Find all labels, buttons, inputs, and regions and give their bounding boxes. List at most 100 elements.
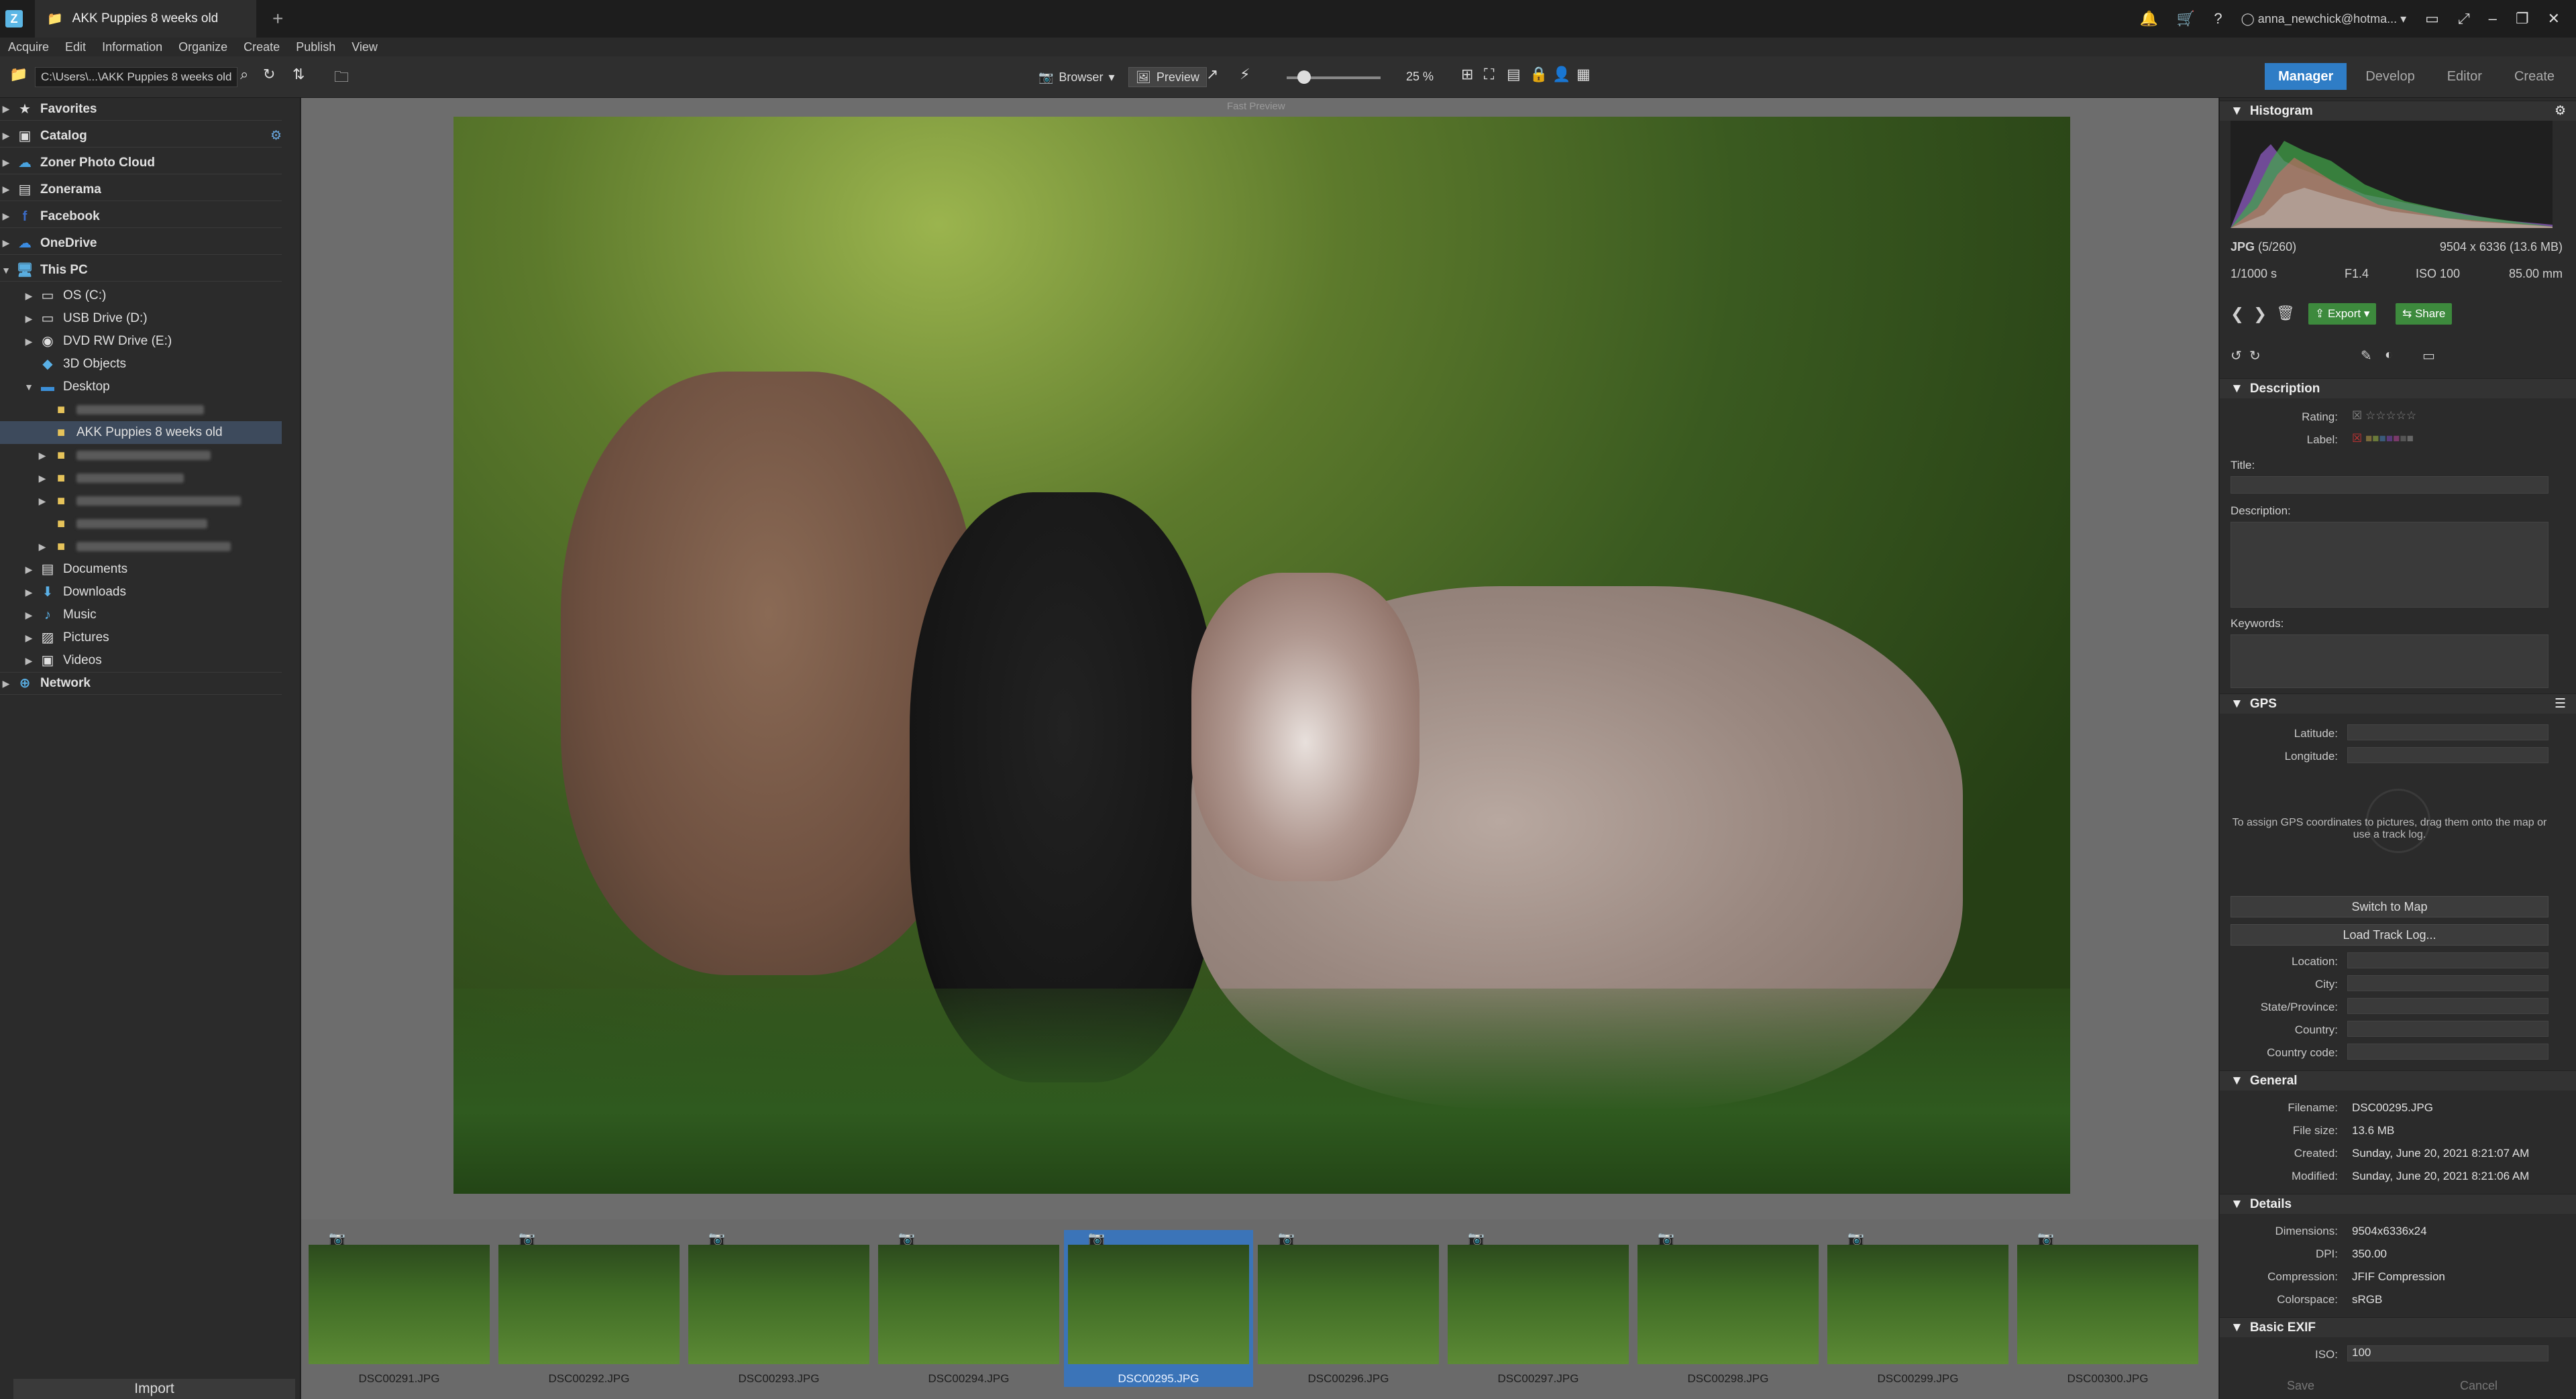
nav-folder-blurred[interactable]: ■ — [0, 398, 282, 421]
collapse-arrow-icon[interactable]: ▼ — [2231, 697, 2243, 712]
fit-icon[interactable]: ⛶ — [1484, 66, 1494, 83]
tab-create[interactable]: Create — [2501, 63, 2568, 90]
country-input[interactable] — [2347, 1021, 2548, 1037]
menu-organize[interactable]: Organize — [178, 40, 227, 54]
menu-create[interactable]: Create — [244, 40, 280, 54]
import-button[interactable]: Import — [13, 1379, 295, 1399]
gps-header[interactable]: ▼ GPS ☰ — [2220, 693, 2576, 714]
notification-bell-icon[interactable]: 🔔 — [2140, 10, 2158, 27]
new-folder-icon[interactable]: 🗀 — [334, 66, 349, 91]
new-tab-button[interactable]: + — [272, 8, 283, 30]
expand-arrow-icon[interactable]: ▶ — [0, 184, 12, 195]
country-code-input[interactable] — [2347, 1044, 2548, 1060]
chevron-down-icon[interactable]: ▾ — [1108, 70, 1114, 85]
collapse-arrow-icon[interactable]: ▼ — [23, 382, 35, 392]
description-input[interactable] — [2231, 522, 2548, 608]
tab-manager[interactable]: Manager — [2265, 63, 2347, 90]
basic-exif-header[interactable]: ▼ Basic EXIF — [2220, 1317, 2576, 1337]
collapse-arrow-icon[interactable]: ▼ — [2231, 1074, 2243, 1088]
fullscreen-icon[interactable]: ⤢ — [2458, 10, 2470, 27]
expand-arrow-icon[interactable]: ▶ — [0, 103, 12, 115]
nav-folder-selected[interactable]: ■ AKK Puppies 8 weeks old — [0, 421, 282, 444]
nav-facebook[interactable]: ▶ f Facebook — [0, 205, 282, 228]
expand-arrow-icon[interactable]: ▶ — [0, 130, 12, 142]
nav-documents[interactable]: ▶ ▤ Documents — [0, 558, 282, 581]
minimize-icon[interactable]: – — [2489, 10, 2497, 27]
thumbnail[interactable]: 📷 DSC00293.JPG — [684, 1230, 873, 1387]
thumbnail[interactable]: 📷 DSC00292.JPG — [494, 1230, 684, 1387]
comment-icon[interactable]: ▭ — [2422, 347, 2435, 364]
export-button[interactable]: ⇪ Export ▾ — [2308, 303, 2377, 325]
nav-pictures[interactable]: ▶ ▨ Pictures — [0, 626, 282, 649]
menu-edit[interactable]: Edit — [65, 40, 86, 54]
thumbnail[interactable]: 📷 DSC00296.JPG — [1254, 1230, 1443, 1387]
expand-arrow-icon[interactable]: ▶ — [23, 632, 35, 644]
menu-icon[interactable]: ☰ — [2555, 696, 2566, 712]
nav-this-pc[interactable]: ▼ 🖥 This PC — [0, 259, 282, 282]
user-account[interactable]: ◯ anna_newchick@hotma... ▾ — [2241, 12, 2407, 26]
nav-zoner-cloud[interactable]: ▶ ☁ Zoner Photo Cloud — [0, 152, 282, 174]
expand-arrow-icon[interactable]: ▶ — [36, 473, 48, 484]
menu-view[interactable]: View — [352, 40, 378, 54]
collapse-arrow-icon[interactable]: ▼ — [0, 265, 12, 276]
histogram-header[interactable]: ▼ Histogram ⚙ — [2220, 101, 2576, 121]
window-icon[interactable]: ▭ — [2425, 10, 2439, 27]
location-input[interactable] — [2347, 952, 2548, 968]
nav-folder-blurred[interactable]: ▶ ■ — [0, 490, 282, 512]
general-header[interactable]: ▼ General — [2220, 1070, 2576, 1090]
actual-size-icon[interactable]: ⊞ — [1461, 66, 1473, 83]
rotate-left-icon[interactable]: ↺ — [2231, 347, 2242, 364]
expand-arrow-icon[interactable]: ▶ — [23, 313, 35, 325]
menu-information[interactable]: Information — [102, 40, 162, 54]
nav-3d-objects[interactable]: ◆ 3D Objects — [0, 353, 282, 376]
collapse-arrow-icon[interactable]: ▼ — [2231, 382, 2243, 396]
longitude-input[interactable] — [2347, 747, 2548, 763]
nav-music[interactable]: ▶ ♪ Music — [0, 604, 282, 626]
nav-folder-blurred[interactable]: ▶ ■ — [0, 444, 282, 467]
nav-downloads[interactable]: ▶ ⬇ Downloads — [0, 581, 282, 604]
previous-icon[interactable]: ❮ — [2231, 304, 2244, 324]
main-photo[interactable] — [453, 117, 2070, 1194]
nav-desktop[interactable]: ▼ ▬ Desktop — [0, 376, 282, 398]
gear-icon[interactable]: ⚙ — [270, 128, 282, 144]
zoom-slider-knob[interactable] — [1297, 70, 1311, 84]
expand-arrow-icon[interactable]: ▶ — [23, 610, 35, 621]
load-track-log-button[interactable]: Load Track Log... — [2231, 924, 2548, 946]
close-icon[interactable]: ✕ — [2548, 10, 2560, 27]
refresh-icon[interactable]: ↻ — [263, 66, 275, 83]
help-icon[interactable]: ? — [2214, 10, 2222, 27]
expand-arrow-icon[interactable]: ▶ — [0, 237, 12, 249]
expand-arrow-icon[interactable]: ▶ — [23, 564, 35, 575]
nav-favorites[interactable]: ▶ ★ Favorites — [0, 98, 282, 121]
preview-button[interactable]: 🖼 Preview — [1128, 67, 1207, 87]
expand-arrow-icon[interactable]: ▶ — [23, 587, 35, 598]
nav-folder-blurred[interactable]: ▶ ■ — [0, 535, 282, 558]
nav-catalog[interactable]: ▶ ▣ Catalog ⚙ — [0, 125, 282, 148]
settings-icon[interactable]: ⚙ — [2555, 103, 2566, 119]
lock-icon[interactable]: 🔒 — [1529, 66, 1548, 83]
next-icon[interactable]: ❯ — [2253, 304, 2267, 324]
nav-drive-d[interactable]: ▶ ▭ USB Drive (D:) — [0, 307, 282, 330]
folder-tab[interactable]: 📁 AKK Puppies 8 weeks old — [35, 0, 256, 38]
search-icon[interactable]: ⌕ — [240, 66, 248, 83]
nav-folder-blurred[interactable]: ■ — [0, 512, 282, 535]
thumbnail[interactable]: 📷 DSC00294.JPG — [874, 1230, 1063, 1387]
person-icon[interactable]: 👤 — [1552, 66, 1570, 83]
state-input[interactable] — [2347, 998, 2548, 1014]
switch-to-map-button[interactable]: Switch to Map — [2231, 896, 2548, 917]
folder-tree-icon[interactable]: 📁 — [9, 66, 28, 83]
thumbnail-selected[interactable]: 📷 DSC00295.JPG — [1064, 1230, 1253, 1387]
browser-button[interactable]: 📷 Browser ▾ — [1038, 67, 1114, 87]
expand-arrow-icon[interactable]: ▶ — [0, 211, 12, 222]
cancel-button[interactable]: Cancel — [2460, 1379, 2498, 1393]
thumbnail[interactable]: 📷 DSC00299.JPG — [1823, 1230, 2012, 1387]
external-open-icon[interactable]: ↗ — [1206, 66, 1218, 83]
save-button[interactable]: Save — [2287, 1379, 2314, 1393]
zoom-level[interactable]: 25 % — [1406, 70, 1434, 84]
fill-icon[interactable]: ▤ — [1507, 66, 1521, 83]
description-header[interactable]: ▼ Description — [2220, 378, 2576, 398]
expand-arrow-icon[interactable]: ▶ — [23, 290, 35, 302]
title-input[interactable] — [2231, 476, 2548, 494]
nav-onedrive[interactable]: ▶ ☁ OneDrive — [0, 232, 282, 255]
nav-drive-e[interactable]: ▶ ◉ DVD RW Drive (E:) — [0, 330, 282, 353]
